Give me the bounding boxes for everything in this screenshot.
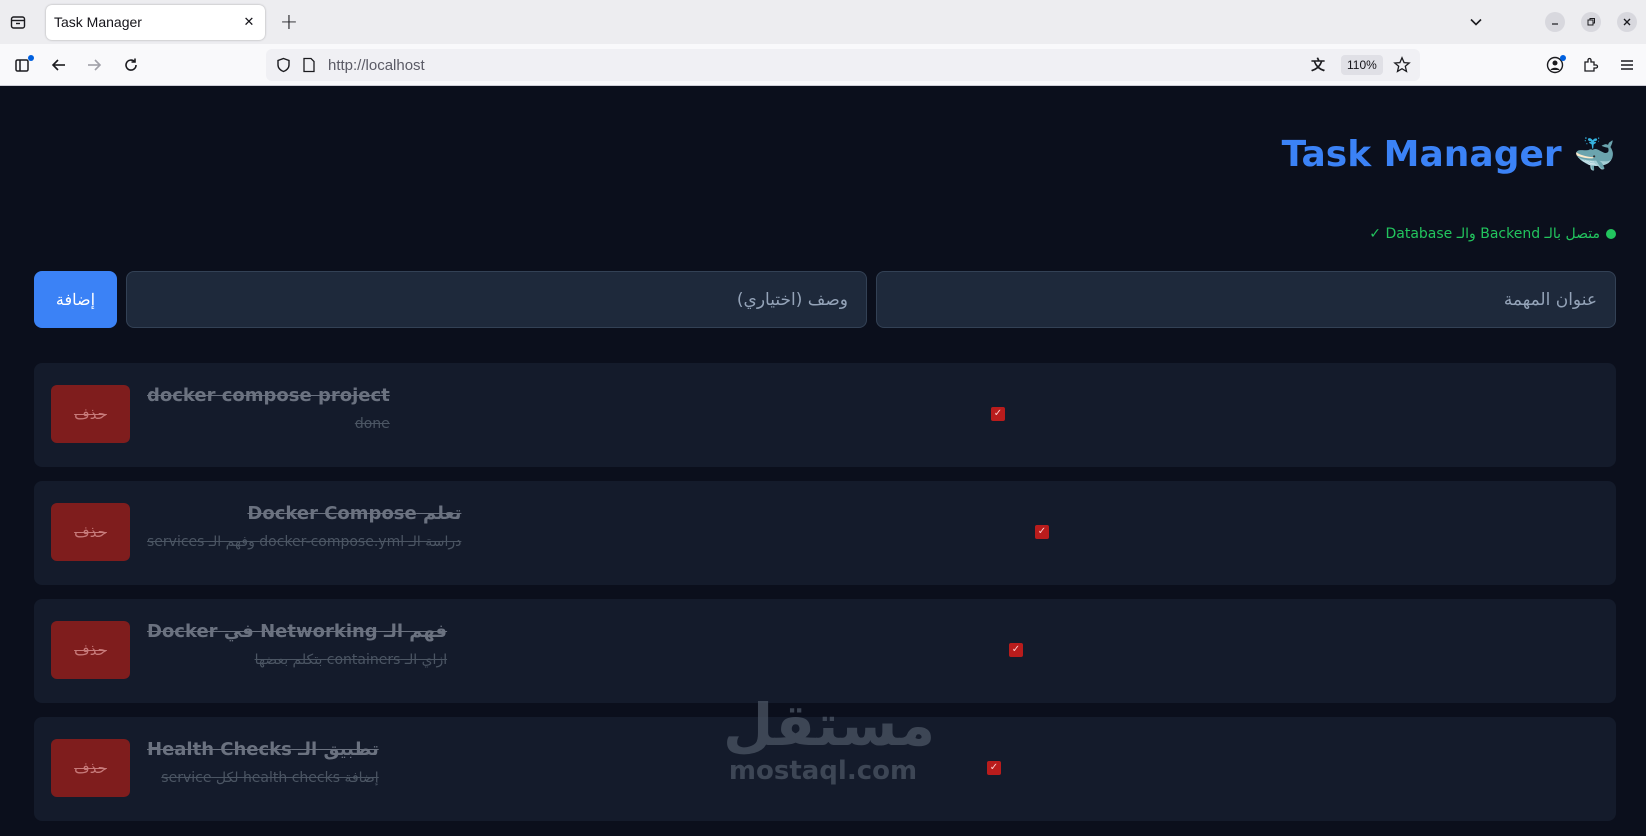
whale-icon: 🐳 bbox=[1573, 134, 1616, 175]
url-text[interactable]: http://localhost bbox=[328, 57, 425, 74]
watermark-arabic: مستقل bbox=[723, 691, 936, 759]
shield-icon[interactable] bbox=[274, 56, 292, 74]
task-text: docker compose project done bbox=[147, 385, 390, 432]
zoom-level-badge[interactable]: 110% bbox=[1341, 55, 1383, 75]
connection-status: متصل بالـ Backend والـ Database ✓ bbox=[1369, 226, 1616, 242]
task-description-input[interactable] bbox=[126, 271, 867, 328]
page-title: Task Manager 🐳 bbox=[1282, 134, 1616, 175]
task-title: docker compose project bbox=[147, 385, 390, 406]
chevron-down-icon[interactable] bbox=[1466, 12, 1486, 32]
reload-icon[interactable] bbox=[121, 55, 141, 75]
watermark-latin: mostaql.com bbox=[728, 756, 918, 786]
url-bar[interactable]: http://localhost 文 110% bbox=[266, 49, 1420, 81]
menu-icon[interactable] bbox=[1617, 55, 1637, 75]
page-title-text: Task Manager bbox=[1281, 134, 1562, 175]
task-description: ازاي الـ containers بتكلم بعضها bbox=[254, 652, 448, 668]
account-icon[interactable] bbox=[1545, 55, 1566, 75]
new-tab-icon[interactable]: + bbox=[278, 10, 300, 35]
delete-task-button[interactable]: حذف bbox=[51, 621, 130, 679]
status-text: متصل بالـ Backend والـ Database ✓ bbox=[1369, 226, 1600, 242]
sidebar-icon[interactable] bbox=[13, 55, 34, 75]
task-text: تعلم Docker Compose دراسة الـ docker-com… bbox=[147, 503, 461, 550]
browser-nav-bar: http://localhost 文 110% bbox=[0, 44, 1646, 86]
restore-icon[interactable] bbox=[1581, 12, 1601, 32]
translate-icon[interactable]: 文 bbox=[1309, 56, 1327, 74]
minimize-icon[interactable] bbox=[1545, 12, 1565, 32]
bookmark-star-icon[interactable] bbox=[1392, 55, 1412, 75]
task-complete-checkbox[interactable]: ✓ bbox=[991, 407, 1005, 421]
task-description: done bbox=[354, 416, 390, 432]
task-complete-checkbox[interactable]: ✓ bbox=[1009, 643, 1023, 657]
task-text: فهم الـ Networking في Docker ازاي الـ co… bbox=[147, 621, 447, 668]
delete-task-button[interactable]: حذف bbox=[51, 739, 130, 797]
tab-task-manager[interactable]: Task Manager ✕ bbox=[46, 5, 265, 40]
tab-title: Task Manager bbox=[54, 14, 142, 30]
close-window-icon[interactable] bbox=[1617, 12, 1637, 32]
task-title: تطبيق الـ Health Checks bbox=[147, 739, 379, 760]
status-dot-icon bbox=[1606, 229, 1616, 239]
task-complete-checkbox[interactable]: ✓ bbox=[987, 761, 1001, 775]
add-task-button[interactable]: إضافة bbox=[34, 271, 117, 328]
close-tab-icon[interactable]: ✕ bbox=[239, 12, 259, 32]
page-info-icon[interactable] bbox=[300, 56, 318, 74]
forward-arrow-icon[interactable] bbox=[84, 55, 104, 75]
task-item: حذف تعلم Docker Compose دراسة الـ docker… bbox=[34, 481, 1616, 585]
task-description: دراسة الـ docker-compose.yml وفهم الـ se… bbox=[147, 534, 462, 550]
task-item: حذف docker compose project done ✓ bbox=[34, 363, 1616, 467]
watermark: مستقل mostaql.com bbox=[723, 691, 936, 786]
task-description: إضافة health checks لكل service bbox=[161, 770, 379, 786]
task-title-input[interactable] bbox=[876, 271, 1616, 328]
task-complete-checkbox[interactable]: ✓ bbox=[1035, 525, 1049, 539]
task-item: حذف فهم الـ Networking في Docker ازاي ال… bbox=[34, 599, 1616, 703]
delete-task-button[interactable]: حذف bbox=[51, 385, 130, 443]
task-manager-app: Task Manager 🐳 متصل بالـ Backend والـ Da… bbox=[0, 86, 1646, 836]
delete-task-button[interactable]: حذف bbox=[51, 503, 130, 561]
back-arrow-icon[interactable] bbox=[49, 55, 69, 75]
task-text: تطبيق الـ Health Checks إضافة health che… bbox=[147, 739, 379, 786]
extensions-icon[interactable] bbox=[1581, 55, 1601, 75]
browser-tab-bar: Task Manager ✕ + bbox=[0, 0, 1646, 44]
task-title: فهم الـ Networking في Docker bbox=[147, 621, 448, 642]
tab-list-icon[interactable] bbox=[8, 12, 28, 32]
task-title: تعلم Docker Compose bbox=[247, 503, 462, 524]
